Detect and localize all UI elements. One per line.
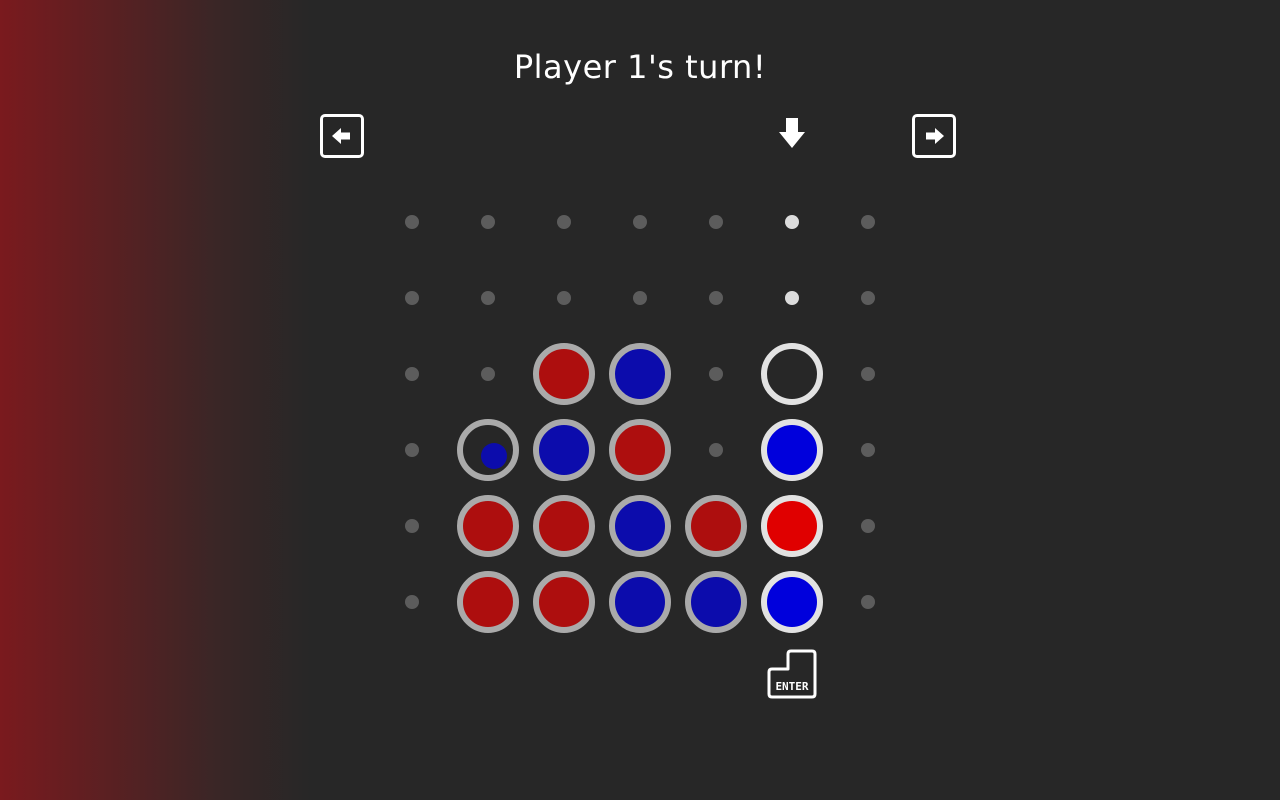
slot-dot (709, 215, 723, 229)
enter-key-label: ENTER (775, 680, 808, 693)
slot-dot (557, 291, 571, 305)
red-disc-slot (532, 494, 596, 558)
slot-dot (709, 367, 723, 381)
slot-dot (785, 291, 799, 305)
slot-dot (785, 215, 799, 229)
empty-slot (684, 342, 748, 406)
slot-dot (861, 519, 875, 533)
empty-slot (380, 342, 444, 406)
red-disc-slot (456, 494, 520, 558)
empty-slot (380, 418, 444, 482)
red-disc-slot (532, 342, 596, 406)
player-turn-glow (0, 0, 310, 800)
empty-slot (608, 190, 672, 254)
blue-disc-slot (532, 418, 596, 482)
empty-slot (380, 570, 444, 634)
red-disc-slot (608, 418, 672, 482)
red-disc (609, 419, 671, 481)
move-left-key[interactable] (320, 114, 364, 158)
blue-disc (609, 495, 671, 557)
empty-slot (608, 266, 672, 330)
blue-disc-slot (684, 570, 748, 634)
empty-slot (760, 190, 824, 254)
empty-slot (456, 342, 520, 406)
enter-key-icon[interactable]: ENTER (766, 648, 818, 700)
blue-disc (685, 571, 747, 633)
empty-slot (684, 190, 748, 254)
red-disc (457, 495, 519, 557)
slot-dot (633, 215, 647, 229)
slot-dot (861, 215, 875, 229)
blue-disc-slot (760, 570, 824, 634)
move-right-key[interactable] (912, 114, 956, 158)
preview-slot (760, 342, 824, 406)
game-screen: Player 1's turn! ENTER (0, 0, 1280, 800)
empty-slot (836, 190, 900, 254)
turn-status-title: Player 1's turn! (513, 48, 767, 86)
blue-mini-disc (481, 443, 507, 469)
slot-dot (557, 215, 571, 229)
empty-slot (836, 570, 900, 634)
arrow-right-icon (926, 128, 944, 144)
blue-disc (761, 419, 823, 481)
slot-dot (633, 291, 647, 305)
arrow-down-icon (779, 118, 805, 148)
arrow-left-icon (332, 128, 350, 144)
empty-slot (836, 494, 900, 558)
empty-slot (456, 266, 520, 330)
slot-dot (405, 291, 419, 305)
blue-disc-slot (608, 494, 672, 558)
slot-dot (709, 443, 723, 457)
empty-slot (836, 342, 900, 406)
slot-dot (481, 215, 495, 229)
red-disc (533, 571, 595, 633)
slot-dot (861, 443, 875, 457)
slot-dot (861, 291, 875, 305)
blue-disc (761, 571, 823, 633)
red-disc-slot (684, 494, 748, 558)
slot-dot (405, 215, 419, 229)
red-disc (533, 343, 595, 405)
blue-disc-slot (760, 418, 824, 482)
slot-dot (861, 367, 875, 381)
blue-disc (609, 571, 671, 633)
blue-ring-disc (457, 419, 519, 481)
preview-ring (761, 343, 823, 405)
slot-dot (861, 595, 875, 609)
red-disc-slot (456, 570, 520, 634)
slot-dot (405, 519, 419, 533)
slot-dot (709, 291, 723, 305)
empty-slot (684, 418, 748, 482)
empty-slot (380, 494, 444, 558)
empty-slot (836, 266, 900, 330)
empty-slot (684, 266, 748, 330)
red-disc (457, 571, 519, 633)
red-disc (761, 495, 823, 557)
red-disc (685, 495, 747, 557)
empty-slot (532, 266, 596, 330)
blue-ring-slot (456, 418, 520, 482)
blue-disc (533, 419, 595, 481)
empty-slot (836, 418, 900, 482)
slot-dot (481, 367, 495, 381)
slot-dot (405, 595, 419, 609)
blue-disc (609, 343, 671, 405)
empty-slot (532, 190, 596, 254)
empty-slot (760, 266, 824, 330)
blue-disc-slot (608, 342, 672, 406)
slot-dot (405, 367, 419, 381)
slot-dot (405, 443, 419, 457)
empty-slot (456, 190, 520, 254)
empty-slot (380, 266, 444, 330)
blue-disc-slot (608, 570, 672, 634)
slot-dot (481, 291, 495, 305)
red-disc-slot (760, 494, 824, 558)
red-disc (533, 495, 595, 557)
red-disc-slot (532, 570, 596, 634)
empty-slot (380, 190, 444, 254)
